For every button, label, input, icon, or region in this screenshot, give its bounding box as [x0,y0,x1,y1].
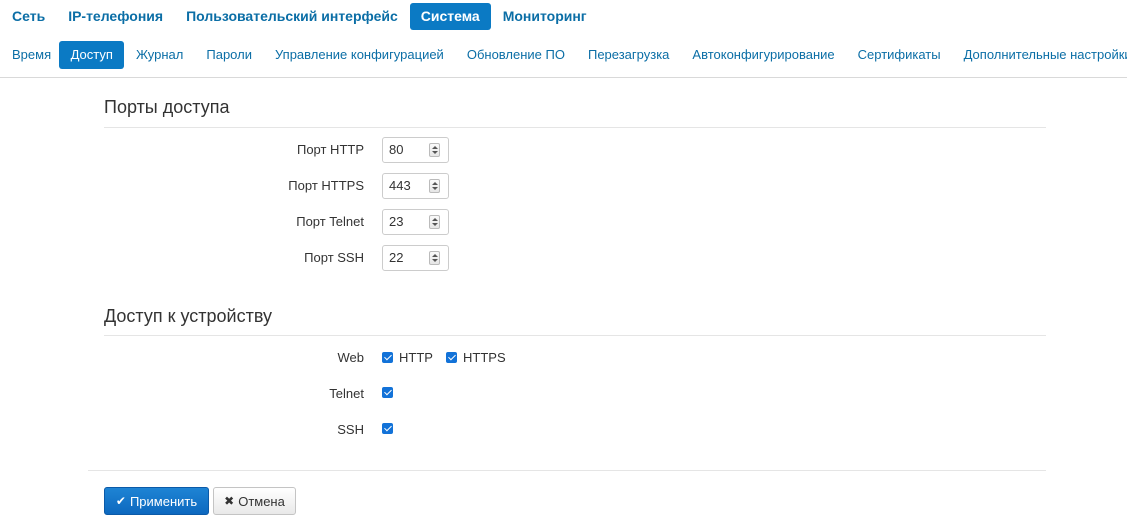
sub-nav-firmware-update[interactable]: Обновление ПО [455,41,576,69]
https-access-checkbox[interactable] [446,352,457,363]
telnet-port-label: Порт Telnet [296,214,364,229]
ports-section-divider [104,127,1046,128]
top-nav-monitoring[interactable]: Мониторинг [492,3,598,30]
sub-nav-log[interactable]: Журнал [124,41,194,69]
top-nav: Сеть IP-телефония Пользовательский интер… [0,3,599,30]
spinner-arrows-icon[interactable] [429,251,440,265]
telnet-access-checkbox[interactable] [382,387,393,398]
apply-button[interactable]: ✔ Применить [104,487,209,515]
http-port-input[interactable]: 80 [382,137,449,163]
sub-nav-advanced-settings[interactable]: Дополнительные настройки [952,41,1127,69]
check-icon: ✔ [115,494,126,508]
sub-nav-config-management[interactable]: Управление конфигурацией [263,41,455,69]
ssh-port-label: Порт SSH [304,250,364,265]
telnet-label: Telnet [329,386,364,401]
spinner-arrows-icon[interactable] [429,179,440,193]
spinner-arrows-icon[interactable] [429,143,440,157]
access-section-title: Доступ к устройству [104,306,273,326]
sub-nav-autoconfig[interactable]: Автоконфигурирование [681,41,846,69]
ssh-label: SSH [337,422,364,437]
top-nav-network[interactable]: Сеть [0,3,56,30]
cancel-button-label: Отмена [238,493,285,509]
sub-nav: Время Доступ Журнал Пароли Управление ко… [0,41,1127,78]
ssh-port-input[interactable]: 22 [382,245,449,271]
http-access-label[interactable]: HTTP [399,350,433,365]
sub-nav-passwords[interactable]: Пароли [195,41,264,69]
http-access-checkbox[interactable] [382,352,393,363]
ssh-port-value: 22 [389,250,404,265]
sub-nav-access[interactable]: Доступ [59,41,125,69]
spinner-arrows-icon[interactable] [429,215,440,229]
top-nav-user-interface[interactable]: Пользовательский интерфейс [175,3,409,30]
https-port-label: Порт HTTPS [288,178,364,193]
https-port-input[interactable]: 443 [382,173,449,199]
top-nav-system[interactable]: Система [409,3,491,30]
sub-nav-certificates[interactable]: Сертификаты [846,41,952,69]
telnet-port-input[interactable]: 23 [382,209,449,235]
top-nav-ip-telephony[interactable]: IP-телефония [57,3,174,30]
web-label: Web [337,350,365,365]
ports-section-title: Порты доступа [104,97,230,117]
http-port-label: Порт HTTP [296,142,364,157]
close-icon: ✖ [224,494,235,508]
sub-nav-reboot[interactable]: Перезагрузка [576,41,680,69]
http-port-value: 80 [389,142,404,157]
https-port-value: 443 [389,178,411,193]
sub-nav-time[interactable]: Время [0,41,59,69]
footer-divider [88,470,1046,471]
apply-button-label: Применить [129,493,198,509]
https-access-label[interactable]: HTTPS [463,350,506,365]
cancel-button[interactable]: ✖ Отмена [213,487,296,515]
access-section-divider [104,335,1046,336]
telnet-port-value: 23 [389,214,404,229]
ssh-access-checkbox[interactable] [382,423,393,434]
